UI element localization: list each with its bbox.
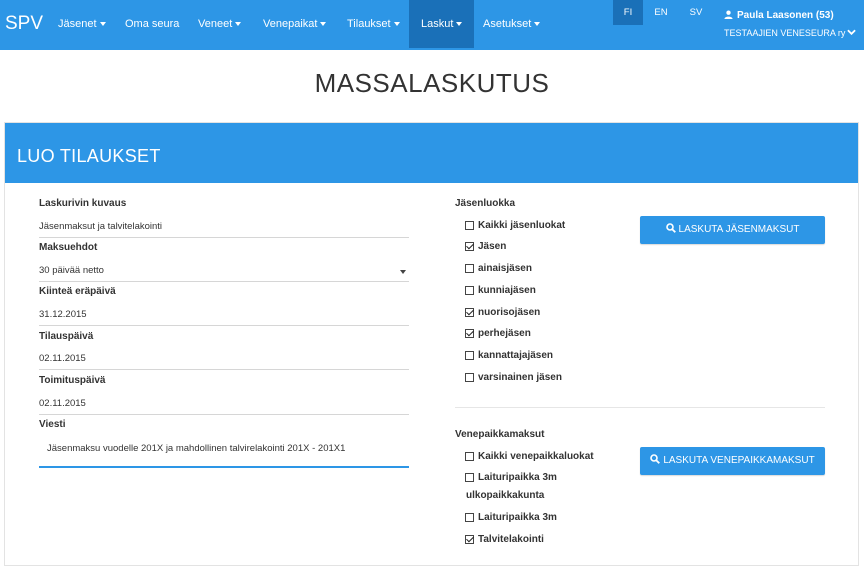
caret-down-icon <box>393 22 400 27</box>
brand-logo[interactable]: SPV <box>5 13 43 35</box>
caret-down-icon <box>456 22 463 27</box>
page-title: MASSALASKUTUS <box>314 68 550 98</box>
checkbox[interactable] <box>465 242 474 251</box>
checkbox-all-member-classes[interactable]: Kaikki jäsenluokat <box>465 220 565 231</box>
berth-option-label-continuation: ulkopaikkakunta <box>466 490 545 501</box>
checkbox[interactable] <box>465 264 474 273</box>
payment-terms-select[interactable]: 30 päivää netto <box>39 260 409 282</box>
checkbox-all-berth-classes[interactable]: Kaikki venepaikkaluokat <box>465 451 594 462</box>
nav-item-venepaikat[interactable]: Venepaikat <box>263 0 327 48</box>
chevron-down-icon <box>847 29 857 35</box>
panel-header: LUO TILAUKSET <box>5 123 858 183</box>
nav-item-asetukset[interactable]: Asetukset <box>483 0 541 48</box>
checkbox-ainaisjasen[interactable]: ainaisjäsen <box>465 263 532 274</box>
invoice-berth-fees-button[interactable]: LASKUTA VENEPAIKKAMAKSUT <box>640 447 825 475</box>
create-orders-panel: LUO TILAUKSET <box>4 122 859 566</box>
checkbox[interactable] <box>465 473 474 482</box>
description-label: Laskurivin kuvaus <box>39 198 127 209</box>
checkbox[interactable] <box>465 221 474 230</box>
checkbox-jasen[interactable]: Jäsen <box>465 241 506 252</box>
checkbox-kannattajajasen[interactable]: kannattajajäsen <box>465 350 553 361</box>
checkbox[interactable] <box>465 351 474 360</box>
checkbox[interactable] <box>465 286 474 295</box>
section-divider <box>455 407 825 408</box>
checkbox-varsinainen-jasen[interactable]: varsinainen jäsen <box>465 372 562 383</box>
nav-item-tilaukset[interactable]: Tilaukset <box>347 0 400 48</box>
nav-item-jasenet[interactable]: Jäsenet <box>58 0 106 48</box>
caret-down-icon <box>99 22 106 27</box>
language-sv[interactable]: SV <box>681 0 711 25</box>
invoice-membership-fees-button[interactable]: LASKUTA JÄSENMAKSUT <box>640 216 825 244</box>
checkbox[interactable] <box>465 373 474 382</box>
checkbox-talvitelakointi[interactable]: Talvitelakointi <box>465 534 544 545</box>
due-date-label: Kiinteä eräpäivä <box>39 286 116 297</box>
checkbox-laituripaikka[interactable]: Laituripaikka 3m <box>465 512 557 523</box>
order-date-input[interactable]: 02.11.2015 <box>39 348 409 370</box>
order-date-label: Tilauspäivä <box>39 331 94 342</box>
berth-fees-label: Venepaikkamaksut <box>455 429 545 440</box>
checkbox-kunniajasen[interactable]: kunniajäsen <box>465 285 536 296</box>
caret-down-icon <box>235 22 242 27</box>
checkbox[interactable] <box>465 308 474 317</box>
checkbox-nuorisojasen[interactable]: nuorisojäsen <box>465 307 540 318</box>
payment-terms-label: Maksuehdot <box>39 242 98 253</box>
user-icon <box>724 10 733 19</box>
caret-down-icon <box>400 270 406 274</box>
checkbox[interactable] <box>465 452 474 461</box>
nav-item-veneet[interactable]: Veneet <box>198 0 242 48</box>
checkbox[interactable] <box>465 535 474 544</box>
checkbox[interactable] <box>465 513 474 522</box>
message-textarea[interactable]: Jäsenmaksu vuodelle 201X ja mahdollinen … <box>39 434 409 468</box>
language-fi[interactable]: FI <box>613 0 643 25</box>
language-en[interactable]: EN <box>646 0 676 25</box>
organization-menu[interactable]: TESTAAJIEN VENESEURA ry <box>724 28 857 38</box>
search-icon <box>665 223 676 233</box>
caret-down-icon <box>534 22 541 27</box>
user-menu[interactable]: Paula Laasonen (53) <box>724 10 834 21</box>
delivery-date-input[interactable]: 02.11.2015 <box>39 393 409 415</box>
checkbox[interactable] <box>465 329 474 338</box>
caret-down-icon <box>320 22 327 27</box>
nav-item-oma-seura[interactable]: Oma seura <box>125 0 179 48</box>
search-icon <box>650 454 661 464</box>
checkbox-perhejasen[interactable]: perhejäsen <box>465 328 531 339</box>
message-label: Viesti <box>39 419 66 430</box>
delivery-date-label: Toimituspäivä <box>39 375 106 386</box>
nav-item-laskut[interactable]: Laskut <box>409 0 475 48</box>
top-navbar: SPV Jäsenet Oma seura Veneet Venepaikat … <box>0 0 864 50</box>
checkbox-laituripaikka-ulko[interactable]: Laituripaikka 3m <box>465 472 557 483</box>
member-class-label: Jäsenluokka <box>455 198 516 209</box>
due-date-input[interactable]: 31.12.2015 <box>39 304 409 326</box>
description-input[interactable]: Jäsenmaksut ja talvitelakointi <box>39 216 409 238</box>
panel-title: LUO TILAUKSET <box>17 146 161 166</box>
